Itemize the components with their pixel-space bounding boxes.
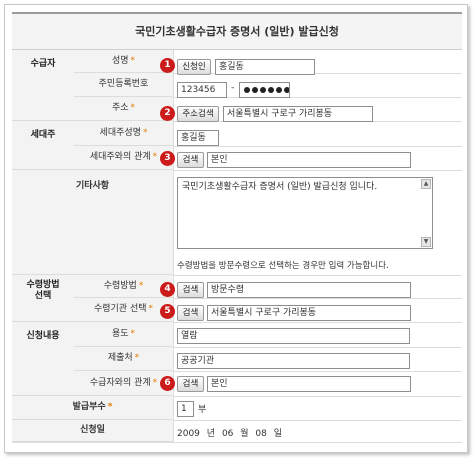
date-year: 2009: [177, 429, 200, 439]
label-apply-date: 신청일: [12, 420, 174, 442]
household-name-input[interactable]: 홍길동: [177, 130, 219, 146]
copies-unit: 부: [198, 405, 207, 415]
method-input[interactable]: 방문수령: [207, 282, 411, 298]
label-copies: 발급부수 *: [12, 396, 174, 420]
agency-input[interactable]: 서울특별시 구로구 가리봉동: [207, 305, 411, 321]
group-household-label: 세대주: [30, 130, 56, 140]
household-relation-search-button[interactable]: 검색: [177, 152, 204, 168]
label-address: 주소 *: [74, 97, 174, 121]
verify-button[interactable]: 신청인: [177, 59, 211, 75]
required-mark: *: [142, 128, 148, 138]
recipient-relation-input[interactable]: 본인: [207, 376, 411, 392]
masked-dot: [244, 86, 250, 93]
label-method: 수령방법 *: [74, 275, 174, 298]
group-receive-method-line2: 선택: [34, 291, 52, 301]
apply-date: 2009 년 06 월 08 일: [177, 426, 282, 439]
other-text: 국민기초생활수급자 증명서 (일반) 발급신청 입니다.: [182, 182, 378, 192]
required-mark: *: [138, 281, 144, 291]
group-application: 신청내용: [12, 322, 74, 396]
required-mark: *: [134, 353, 140, 363]
household-relation-input[interactable]: 본인: [207, 152, 411, 168]
masked-dot: [276, 86, 282, 93]
rrn-separator: -: [231, 83, 235, 93]
required-mark: *: [107, 402, 113, 412]
step-badge-4: 4: [160, 282, 175, 297]
group-application-label: 신청내용: [26, 331, 60, 341]
date-month: 06: [221, 429, 234, 439]
step-badge-6: 6: [160, 376, 175, 391]
required-mark: *: [148, 304, 154, 314]
label-agency: 수령기관 선택 *: [74, 298, 174, 322]
scroll-down-arrow-icon[interactable]: ▼: [421, 237, 431, 247]
label-purpose: 용도 *: [74, 322, 174, 347]
purpose-input[interactable]: 열람: [177, 328, 410, 344]
required-mark: *: [130, 329, 136, 339]
submit-to-input[interactable]: 공공기관: [177, 353, 410, 369]
label-submit-to: 제출처 *: [74, 347, 174, 371]
group-household: 세대주: [12, 121, 74, 170]
label-household-relation: 세대주와의 관계 *: [74, 146, 174, 170]
date-day-unit: 일: [273, 429, 283, 439]
required-mark: *: [130, 56, 136, 66]
address-input[interactable]: 서울특별시 구로구 가리봉동: [223, 106, 373, 122]
label-other: 기타사항: [12, 170, 174, 275]
date-month-unit: 월: [240, 429, 249, 439]
recipient-relation-search-button[interactable]: 검색: [177, 376, 204, 392]
group-receive-method: 수령방법 선택: [12, 275, 74, 322]
step-badge-5: 5: [160, 304, 175, 319]
address-search-button[interactable]: 주소검색: [177, 106, 219, 122]
group-recipient: 수급자: [12, 50, 74, 121]
row-divider: [12, 442, 462, 443]
method-search-button[interactable]: 검색: [177, 282, 204, 298]
step-badge-1: 1: [160, 58, 175, 73]
label-household-name: 세대주성명 *: [74, 121, 174, 146]
rrn-front-input[interactable]: 123456: [177, 82, 227, 98]
name-input[interactable]: 홍길동: [215, 59, 315, 75]
required-mark: *: [152, 152, 158, 162]
step-badge-2: 2: [160, 106, 175, 121]
scroll-up-arrow-icon[interactable]: ▲: [421, 179, 431, 189]
group-receive-method-line1: 수령방법: [26, 280, 60, 290]
agency-search-button[interactable]: 검색: [177, 305, 204, 321]
masked-dot: [252, 86, 258, 93]
other-note: 수령방법을 방문수령으로 선택하는 경우만 입력 가능합니다.: [177, 261, 389, 271]
required-mark: *: [152, 378, 158, 388]
label-name: 성명 *: [74, 50, 174, 73]
label-rrn: 주민등록번호: [74, 73, 174, 97]
masked-dot: [268, 86, 274, 93]
page-title: 국민기초생활수급자 증명서 (일반) 발급신청: [12, 12, 462, 50]
date-year-unit: 년: [206, 429, 216, 439]
step-badge-3: 3: [160, 151, 175, 166]
group-recipient-label: 수급자: [30, 59, 56, 69]
date-day: 08: [255, 429, 267, 439]
masked-dot: [260, 86, 266, 93]
masked-dot: [284, 86, 289, 93]
rrn-back-input[interactable]: [239, 82, 290, 98]
copies-input[interactable]: 1: [177, 401, 194, 417]
label-recipient-relation: 수급자와의 관계 *: [74, 371, 174, 396]
other-textarea[interactable]: 국민기초생활수급자 증명서 (일반) 발급신청 입니다. ▲ ▼: [177, 177, 433, 249]
required-mark: *: [130, 103, 136, 113]
